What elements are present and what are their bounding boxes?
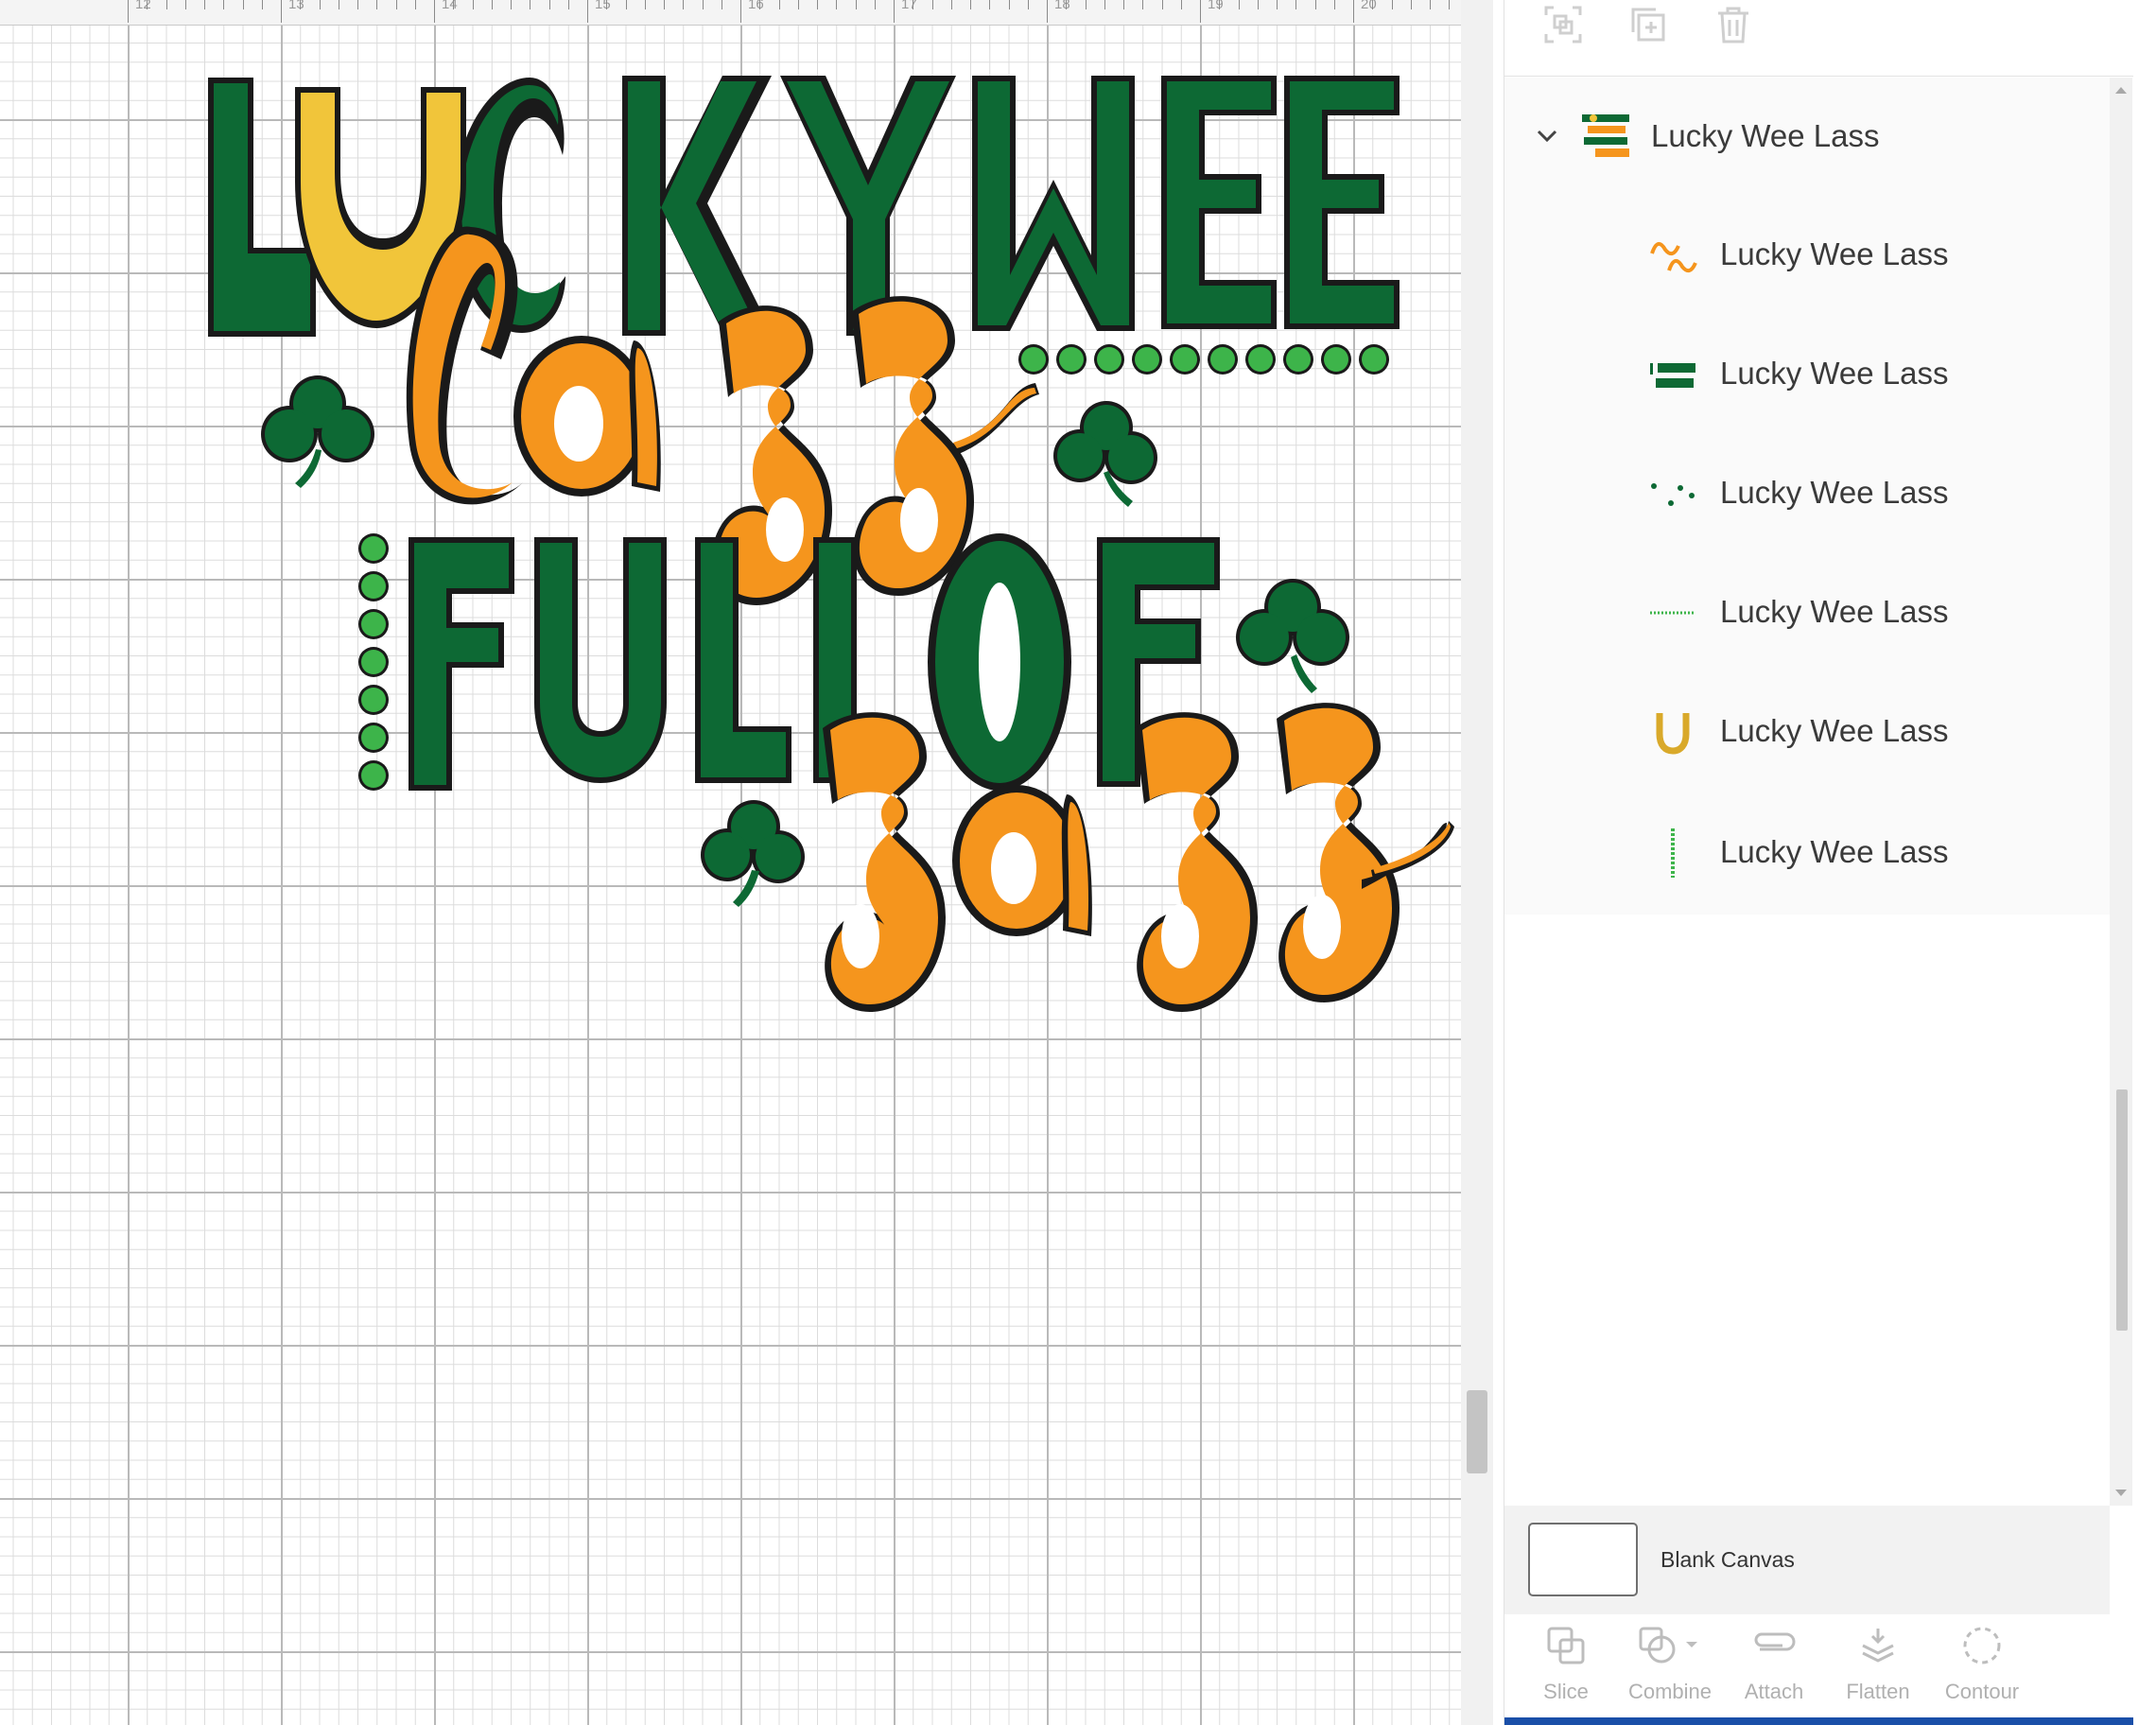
layer-row[interactable]: Lucky Wee Lass xyxy=(1504,208,2110,303)
horseshoe-icon xyxy=(1656,713,1690,755)
bottom-accent-bar xyxy=(1504,1717,2133,1725)
slice-button[interactable]: Slice xyxy=(1514,1615,1618,1717)
shamrock-1 xyxy=(261,375,374,488)
layer-name: Lucky Wee Lass xyxy=(1720,356,1949,391)
contour-label: Contour xyxy=(1944,1680,2020,1703)
attach-button[interactable]: Attach xyxy=(1722,1615,1826,1717)
layer-row[interactable]: Lucky Wee Lass xyxy=(1504,806,2110,900)
shamrock-2 xyxy=(1053,401,1157,507)
layer-name: Lucky Wee Lass xyxy=(1720,236,1949,271)
combine-label: Combine xyxy=(1627,1680,1713,1703)
blank-canvas-swatch[interactable] xyxy=(1528,1523,1638,1596)
shamrock-dots-icon xyxy=(1651,483,1695,506)
layers-list: Lucky Wee Lass Lucky Wee Lass Lucky Wee … xyxy=(1504,78,2110,915)
layer-group-row[interactable]: Lucky Wee Lass xyxy=(1504,90,2110,184)
full-of-text[interactable] xyxy=(409,533,1220,791)
group-thumbnail-icon xyxy=(1582,114,1629,157)
blank-canvas-label: Blank Canvas xyxy=(1660,1547,1795,1572)
layer-name: Lucky Wee Lass xyxy=(1720,713,1949,748)
slice-label: Slice xyxy=(1543,1680,1589,1703)
chevron-down-icon[interactable] xyxy=(1535,124,1559,148)
dot-row-icon xyxy=(1650,611,1695,615)
layer-row[interactable]: Lucky Wee Lass xyxy=(1504,327,2110,422)
layer-row[interactable]: Lucky Wee Lass xyxy=(1504,685,2110,779)
slice-icon xyxy=(1547,1627,1585,1664)
layer-row[interactable]: Lucky Wee Lass xyxy=(1504,566,2110,660)
group-icon[interactable] xyxy=(1542,4,1584,45)
scroll-up-arrow-icon[interactable] xyxy=(2113,83,2129,96)
green-lettering-icon xyxy=(1650,363,1695,388)
canvas-vertical-scrollbar[interactable] xyxy=(1461,0,1493,1725)
layers-panel: Lucky Wee Lass Lucky Wee Lass Lucky Wee … xyxy=(1504,0,2133,1725)
blank-canvas-row[interactable]: Blank Canvas xyxy=(1504,1506,2110,1614)
layer-name: Lucky Wee Lass xyxy=(1720,594,1949,629)
contour-icon xyxy=(1963,1627,2001,1664)
combine-button[interactable]: Combine xyxy=(1618,1615,1722,1717)
dot-column-icon xyxy=(1671,828,1675,878)
layer-actions-bar: Slice Combine Attach Flatten Contour xyxy=(1504,1615,2133,1717)
duplicate-icon[interactable] xyxy=(1627,4,1669,45)
shamrock-4 xyxy=(701,800,805,907)
flatten-label: Flatten xyxy=(1846,1680,1910,1703)
layers-vertical-scrollbar[interactable] xyxy=(2110,78,2132,1506)
combine-icon xyxy=(1639,1627,1697,1664)
dot-column xyxy=(358,533,389,791)
design-canvas[interactable]: 12 13 14 15 16 17 18 19 20 xyxy=(0,0,1461,1725)
flatten-button[interactable]: Flatten xyxy=(1826,1615,1930,1717)
attach-label: Attach xyxy=(1744,1680,1804,1703)
dot-row xyxy=(1018,344,1389,375)
layer-name: Lucky Wee Lass xyxy=(1720,475,1949,510)
flatten-icon xyxy=(1862,1629,1894,1663)
canvas-scrollbar-thumb[interactable] xyxy=(1467,1390,1487,1473)
orange-lettering-icon xyxy=(1650,242,1697,273)
scroll-down-arrow-icon[interactable] xyxy=(2113,1487,2129,1500)
delete-icon[interactable] xyxy=(1713,4,1754,45)
contour-button[interactable]: Contour xyxy=(1930,1615,2034,1717)
layer-group-name: Lucky Wee Lass xyxy=(1651,118,1880,153)
layer-row[interactable]: Lucky Wee Lass xyxy=(1504,446,2110,541)
layers-toolbar xyxy=(1504,0,2133,77)
layer-name: Lucky Wee Lass xyxy=(1720,834,1949,869)
sass-script-text[interactable] xyxy=(823,703,1454,1012)
shamrock-3 xyxy=(1236,579,1349,693)
layers-scrollbar-thumb[interactable] xyxy=(2116,1089,2128,1331)
attach-icon xyxy=(1754,1632,1796,1651)
lucky-wee-lass-artwork[interactable] xyxy=(0,0,1461,1031)
